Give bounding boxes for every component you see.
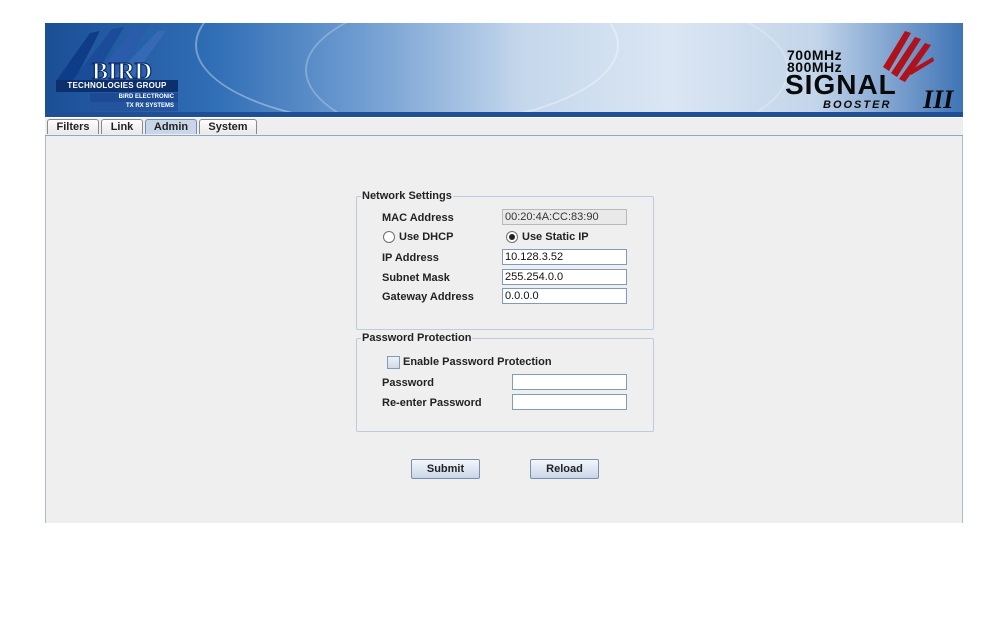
- ip-address-label: IP Address: [382, 252, 439, 264]
- admin-panel: Network Settings MAC Address Use DHCP Us…: [45, 136, 963, 523]
- use-dhcp-label[interactable]: Use DHCP: [399, 231, 453, 243]
- bird-brand-icon: BIRD: [91, 58, 152, 82]
- ip-address-field[interactable]: [502, 249, 627, 265]
- gateway-address-label: Gateway Address: [382, 291, 474, 303]
- subnet-mask-label: Subnet Mask: [382, 272, 450, 284]
- use-dhcp-radio[interactable]: [383, 231, 395, 243]
- use-static-ip-label[interactable]: Use Static IP: [522, 231, 589, 243]
- signal-booster-logo: 700MHz 800MHz SIGNAL BOOSTER III: [783, 23, 963, 117]
- reenter-password-field[interactable]: [512, 394, 627, 410]
- reenter-password-label: Re-enter Password: [382, 397, 482, 409]
- logo-line-technologies-group: TECHNOLOGIES GROUP: [56, 80, 178, 92]
- gateway-address-field[interactable]: [502, 288, 627, 304]
- password-label: Password: [382, 377, 434, 389]
- mac-address-field: [502, 209, 627, 225]
- svg-text:BIRD: BIRD: [92, 59, 152, 82]
- subnet-mask-field[interactable]: [502, 269, 627, 285]
- password-field[interactable]: [512, 374, 627, 390]
- tab-link[interactable]: Link: [101, 119, 143, 134]
- app-window: BIRD TECHNOLOGIES GROUP BIRD ELECTRONIC …: [45, 23, 963, 523]
- enable-password-checkbox[interactable]: [387, 356, 400, 369]
- password-protection-legend: Password Protection: [362, 332, 472, 344]
- tab-admin[interactable]: Admin: [145, 119, 197, 134]
- tab-system[interactable]: System: [199, 119, 257, 134]
- product-version: III: [923, 85, 954, 114]
- bird-wordmark: BIRD: [70, 58, 175, 82]
- header-banner: BIRD TECHNOLOGIES GROUP BIRD ELECTRONIC …: [45, 23, 963, 117]
- product-sub: BOOSTER: [823, 99, 892, 111]
- logo-line-bird-electronic: BIRD ELECTRONIC: [90, 93, 178, 102]
- submit-button[interactable]: Submit: [411, 459, 480, 479]
- tab-bar: Filters Link Admin System: [45, 118, 963, 136]
- banner-swirl: [305, 23, 789, 117]
- network-settings-legend: Network Settings: [362, 190, 452, 202]
- tab-filters[interactable]: Filters: [47, 119, 99, 134]
- use-static-ip-radio[interactable]: [506, 231, 518, 243]
- logo-line-tx-rx-systems: TX RX SYSTEMS: [90, 102, 178, 111]
- reload-button[interactable]: Reload: [530, 459, 599, 479]
- banner-bottom-bar: [45, 112, 963, 117]
- enable-password-label[interactable]: Enable Password Protection: [403, 356, 552, 368]
- bird-logo: BIRD TECHNOLOGIES GROUP BIRD ELECTRONIC …: [50, 23, 178, 113]
- product-name: SIGNAL: [785, 69, 897, 100]
- mac-address-label: MAC Address: [382, 212, 454, 224]
